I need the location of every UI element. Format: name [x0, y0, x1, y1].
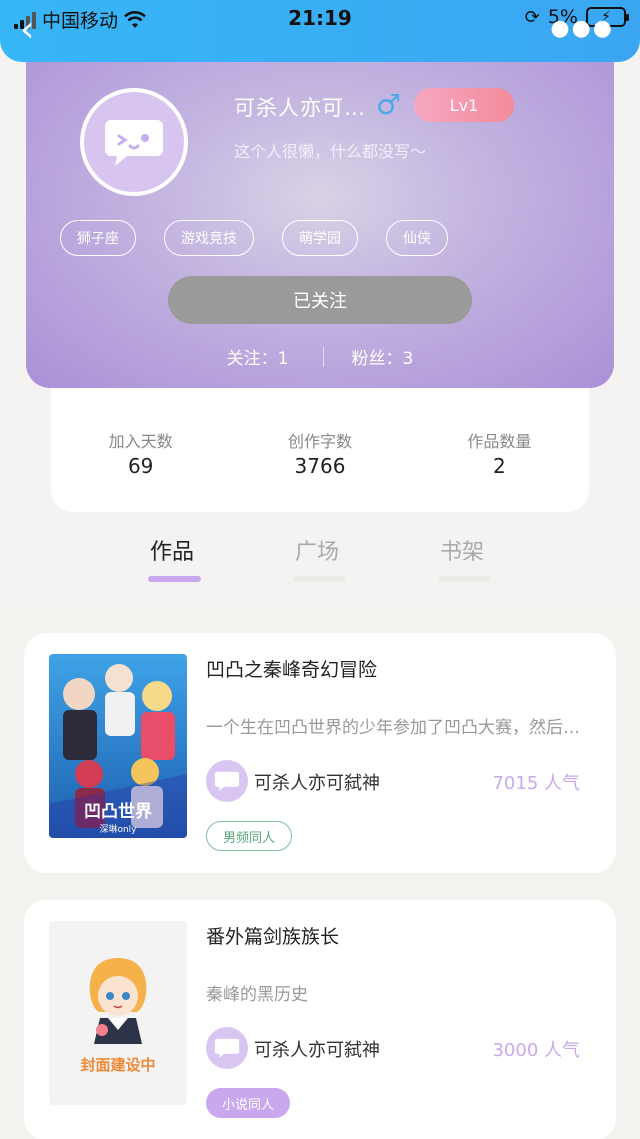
profile-header: 可杀人亦可… ♂ Lv1 这个人很懒，什么都没写～ 狮子座 游戏竞技 萌学园 仙… — [26, 40, 614, 388]
work-card[interactable]: 凹凸世界 深琳only 凹凸之秦峰奇幻冒险 一个生在凹凸世界的少年参加了凹凸大赛… — [24, 633, 616, 873]
following-count[interactable]: 关注：1 — [227, 344, 289, 369]
author-avatar[interactable] — [206, 1027, 248, 1069]
stat-label: 创作字数 — [287, 432, 352, 451]
interest-tags: 狮子座 游戏竞技 萌学园 仙侠 — [60, 220, 448, 256]
work-title[interactable]: 凹凸之秦峰奇幻冒险 — [206, 655, 377, 682]
divider — [322, 346, 324, 367]
genre-tag[interactable]: 男频同人 — [206, 821, 293, 851]
level-badge: Lv1 — [414, 88, 514, 122]
work-cover[interactable]: 封面建设中 — [49, 921, 187, 1105]
chat-bubble-icon — [214, 1038, 240, 1059]
cover-title: 凹凸世界 — [84, 802, 152, 822]
stat-label: 加入天数 — [108, 432, 173, 451]
mascot-illustration — [89, 957, 147, 1044]
works-list: 凹凸世界 深琳only 凹凸之秦峰奇幻冒险 一个生在凹凸世界的少年参加了凹凸大赛… — [0, 608, 640, 1139]
chevron-left-icon: ‹ — [20, 9, 35, 50]
male-gender-icon: ♂ — [376, 88, 402, 121]
cover-placeholder-text: 封面建设中 — [80, 1055, 156, 1074]
tab-bookshelf[interactable]: 书架 — [440, 534, 484, 566]
chat-bubble-icon — [214, 771, 240, 792]
stat-join-days: 加入天数 69 — [51, 388, 230, 512]
work-card[interactable]: 封面建设中 番外篇剑族族长 秦峰的黑历史 可杀人亦可弑神 3000 人气 小说同… — [24, 900, 616, 1139]
nickname: 可杀人亦可… — [234, 96, 366, 120]
stat-word-count: 创作字数 3766 — [230, 388, 409, 512]
rotation-lock-icon: ⟳ — [524, 6, 540, 28]
author-name[interactable]: 可杀人亦可弑神 — [254, 769, 380, 795]
creator-stats-card: 加入天数 69 创作字数 3766 作品数量 2 — [51, 388, 589, 512]
more-button[interactable]: ●●● — [550, 16, 614, 41]
more-dots-icon: ●●● — [550, 16, 614, 41]
work-title[interactable]: 番外篇剑族族长 — [206, 922, 339, 949]
popularity-count: 3000 人气 — [492, 1040, 580, 1061]
followers-count[interactable]: 粉丝：3 — [352, 344, 414, 369]
work-cover[interactable]: 凹凸世界 深琳only — [49, 654, 187, 838]
follow-stats: 关注：1 粉丝：3 — [26, 344, 614, 369]
work-description: 一个生在凹凸世界的少年参加了凹凸大赛，然后…… — [206, 718, 596, 738]
interest-tag[interactable]: 仙侠 — [386, 220, 448, 256]
tab-works[interactable]: 作品 — [150, 534, 194, 566]
stat-label: 作品数量 — [467, 432, 532, 451]
cover-subtitle: 深琳only — [99, 823, 137, 835]
avatar[interactable] — [80, 88, 188, 196]
work-description: 秦峰的黑历史 — [206, 985, 308, 1005]
stat-works-count: 作品数量 2 — [410, 388, 589, 512]
genre-tag[interactable]: 小说同人 — [206, 1088, 291, 1118]
tab-indicator — [438, 576, 491, 582]
stat-value: 69 — [127, 454, 154, 478]
tab-square[interactable]: 广场 — [295, 534, 339, 566]
stat-value: 3766 — [294, 454, 346, 478]
cover-illustration: 凹凸世界 深琳only — [49, 654, 187, 838]
back-button[interactable]: ‹ — [20, 12, 34, 48]
tab-indicator — [293, 576, 346, 582]
interest-tag[interactable]: 萌学园 — [282, 220, 358, 256]
chat-bubble-icon — [105, 120, 163, 166]
active-tab-indicator — [148, 576, 201, 582]
follow-button[interactable]: 已关注 — [168, 276, 472, 324]
popularity-count: 7015 人气 — [492, 773, 580, 794]
stat-value: 2 — [492, 454, 506, 478]
interest-tag[interactable]: 狮子座 — [60, 220, 136, 256]
bio: 这个人很懒，什么都没写～ — [234, 142, 427, 161]
author-name[interactable]: 可杀人亦可弑神 — [254, 1036, 380, 1062]
tab-bar: 作品 广场 书架 — [0, 512, 640, 608]
author-avatar[interactable] — [206, 760, 248, 802]
status-bar: 中国移动 21:19 ⟳ 5% ⚡ ‹ ●●● — [0, 0, 640, 62]
interest-tag[interactable]: 游戏竞技 — [164, 220, 254, 256]
